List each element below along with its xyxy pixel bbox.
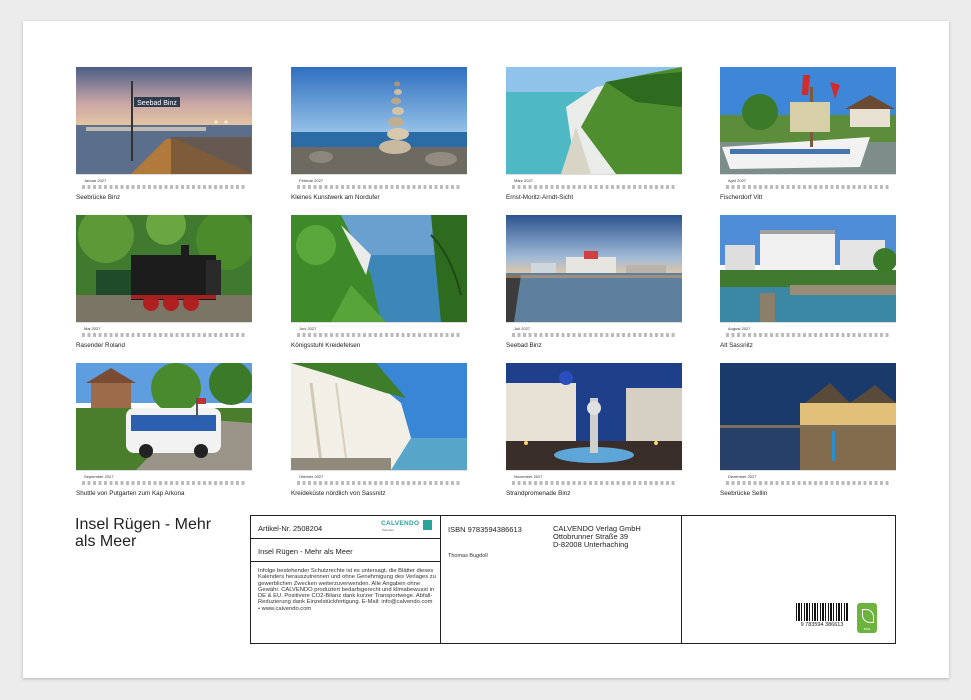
month-calendar-grid: März 2027 [506,174,682,192]
month-calendar-grid: Juli 2027 [506,322,682,340]
article-number: Artikel-Nr. 2508204 [258,524,323,533]
legal-text: Infolge bestehender Schutzrechte ist es … [258,568,436,612]
day-cells [82,481,246,485]
month-photo [76,215,252,322]
month-calendar-grid: Oktober 2027 [291,470,467,488]
day-cells [297,333,461,337]
day-cells [512,481,676,485]
leaf-icon [862,609,874,623]
month-thumbnail: November 2027 Strandpromenade Binz [506,363,682,497]
day-cells [297,481,461,485]
month-photo [291,363,467,470]
month-caption: Kreideküste nördlich von Sassnitz [291,490,386,497]
month-caption: Strandpromenade Binz [506,490,571,497]
month-calendar-grid: August 2027 [720,322,896,340]
day-cells [297,185,461,189]
month-calendar-grid: Januar 2027 [76,174,252,192]
month-caption: Kleines Kunstwerk am Nordufer [291,194,380,201]
month-caption: Fischerdorf Vitt [720,194,763,201]
month-caption: Seebrücke Binz [76,194,121,201]
title-row: Insel Rügen - Mehr als Meer [251,539,440,562]
calvendo-logo: CALVENDO Kalender [381,519,437,535]
month-photo [291,215,467,322]
month-thumbnail: Seebad Binz Januar 2027 Seebrücke Binz [76,67,252,201]
month-photo [506,363,682,470]
day-cells [512,185,676,189]
month-caption: Königsstuhl Kreidefelsen [291,342,361,349]
day-cells [512,333,676,337]
month-thumbnail: Mai 2027 Rasender Roland [76,215,252,349]
month-label: September 2027 [84,474,114,479]
article-row: Artikel-Nr. 2508204 CALVENDO Kalender [251,516,440,539]
barcode-bars [796,603,848,621]
month-caption: Alt Sassnitz [720,342,753,349]
month-label: Dezember 2027 [728,474,757,479]
month-photo [291,67,467,174]
calvendo-logo-subtext: Kalender [382,528,395,532]
month-photo [76,363,252,470]
month-thumbnail: Juli 2027 Seebad Binz [506,215,682,349]
month-label: Februar 2027 [299,178,324,183]
month-thumbnail: Oktober 2027 Kreideküste nördlich von Sas… [291,363,467,497]
month-label: Juli 2027 [514,326,531,331]
month-calendar-grid: April 2027 [720,174,896,192]
barcode: 9 783594 386613 [796,603,848,629]
month-photo [506,215,682,322]
isbn: ISBN 9783594386613 [448,525,522,534]
month-calendar-grid: Februar 2027 [291,174,467,192]
month-photo: Seebad Binz [76,67,252,174]
day-cells [726,185,890,189]
calvendo-logo-text: CALVENDO [381,520,420,527]
info-column-middle: ISBN 9783594386613 CALVENDO Verlag GmbH … [441,516,682,643]
month-label: Januar 2027 [84,178,107,183]
month-thumbnail: September 2027 Shuttle von Putgarten zum … [76,363,252,497]
month-label: Oktober 2027 [299,474,324,479]
month-calendar-grid: Mai 2027 [76,322,252,340]
month-photo [720,363,896,470]
day-cells [82,333,246,337]
month-thumbnail: Juni 2027 Königsstuhl Kreidefelsen [291,215,467,349]
month-label: März 2027 [514,178,533,183]
publisher-city: D-82008 Unterhaching [553,540,629,549]
photo-sign-text: Seebad Binz [137,100,177,107]
month-photo [720,215,896,322]
month-calendar-grid: September 2027 [76,470,252,488]
day-cells [726,333,890,337]
month-thumbnail: April 2027 Fischerdorf Vitt [720,67,896,201]
product-title: Insel Rügen - Mehr als Meer [258,547,353,556]
info-column-right: 9 783594 386613 eco [682,516,895,643]
month-calendar-grid: November 2027 [506,470,682,488]
month-thumbnail: August 2027 Alt Sassnitz [720,215,896,349]
month-label: November 2027 [514,474,543,479]
month-caption: Rasender Roland [76,342,126,349]
product-info-box: Artikel-Nr. 2508204 CALVENDO Kalender In… [250,515,896,644]
month-label: Juni 2027 [299,326,317,331]
barcode-digits: 9 783594 386613 [800,622,844,628]
month-caption: Shuttle von Putgarten zum Kap Arkona [76,490,185,497]
month-thumbnail: März 2027 Ernst-Moritz-Arndt-Sicht [506,67,682,201]
calvendo-logo-mark [423,520,432,530]
month-caption: Seebrücke Sellin [720,490,768,497]
day-cells [82,185,246,189]
month-calendar-grid: Juni 2027 [291,322,467,340]
month-label: August 2027 [728,326,751,331]
calendar-title: Insel Rügen - Mehr als Meer [75,516,212,550]
month-photo [720,67,896,174]
month-thumbnail: Februar 2027 Kleines Kunstwerk am Nordufe… [291,67,467,201]
month-label: Mai 2027 [84,326,101,331]
eco-label: eco [863,626,871,631]
day-cells [726,481,890,485]
month-photo [506,67,682,174]
eco-badge: eco [857,603,877,633]
month-caption: Ernst-Moritz-Arndt-Sicht [506,194,574,201]
month-caption: Seebad Binz [506,342,542,349]
author: Thomas Bugdoll [448,553,488,559]
month-calendar-grid: Dezember 2027 [720,470,896,488]
month-thumbnail: Dezember 2027 Seebrücke Sellin [720,363,896,497]
info-column-left: Artikel-Nr. 2508204 CALVENDO Kalender In… [251,516,441,643]
month-label: April 2027 [728,178,747,183]
